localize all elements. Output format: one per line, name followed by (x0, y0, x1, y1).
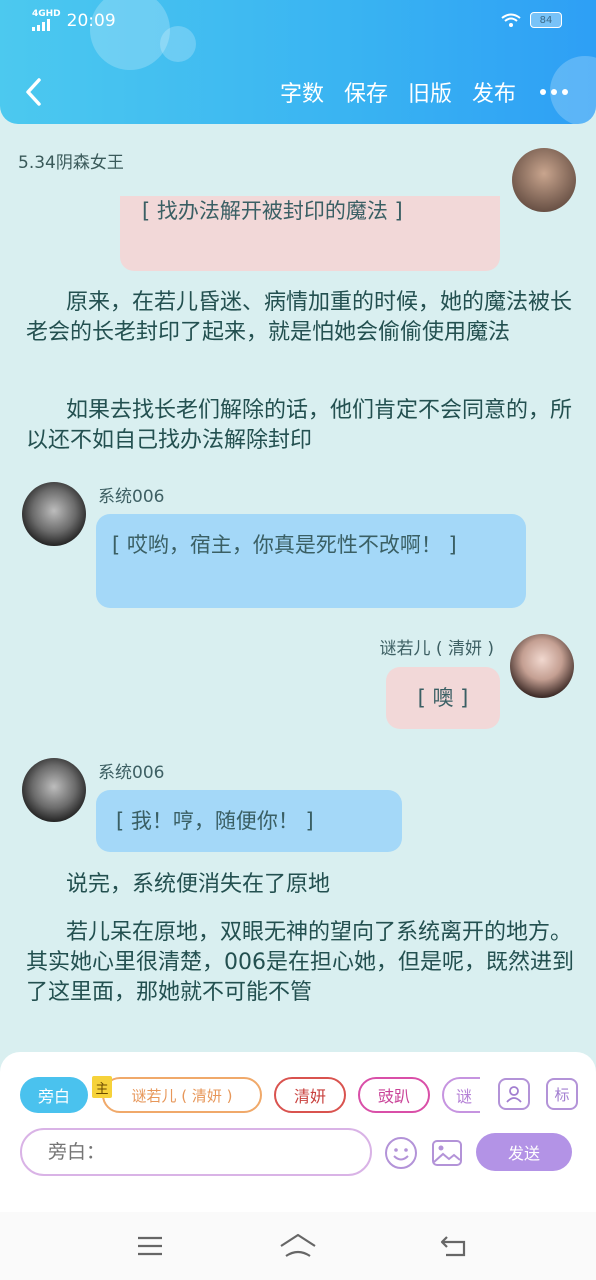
chat-bubble-text: [ 找办法解开被封印的魔法 ] (142, 199, 403, 223)
chapter-title: 5.34阴森女王 (18, 153, 124, 173)
person-icon (506, 1086, 522, 1103)
chat-bubble-text: [ 噢 ] (417, 686, 469, 710)
chat-bubble: [ 我！哼，随便你！ ] (96, 790, 402, 852)
tag-button[interactable]: 标 (546, 1078, 578, 1110)
send-button-label: 发送 (507, 1144, 540, 1163)
chip-overflow-clip: 谜 (442, 1077, 480, 1113)
battery-level: 84 (539, 14, 553, 26)
avatar[interactable] (512, 148, 576, 212)
chip-label: 旁白 (37, 1087, 70, 1106)
emoji-button[interactable] (384, 1136, 418, 1170)
narration-text: 说完，系统便消失在了原地 (66, 872, 331, 897)
chip-role-qingyan[interactable]: 清妍 (274, 1077, 346, 1113)
signal-icon: 4GHD (32, 10, 61, 31)
smile-icon (385, 1137, 417, 1169)
chat-bubble: [ 找办法解开被封印的魔法 ] (120, 196, 500, 271)
home-icon (280, 1233, 316, 1257)
narration-text: 如果去找长老们解除的话，他们肯定不会同意的，所以还不如自己找办法解除封印 (26, 398, 573, 453)
network-type: 4GHD (32, 9, 61, 19)
header-menu: 字数 保存 旧版 发布 (280, 76, 568, 108)
home-nav-button[interactable] (278, 1230, 318, 1262)
narration-text: 原来，在若儿昏迷、病情加重的时候，她的魔法被长老会的长老封印了起来，就是怕她会偷… (26, 290, 573, 345)
app-header: 4GHD 20:09 84 字数 保存 旧版 发布 (0, 0, 596, 124)
narration-text: 若儿呆在原地，双眼无神的望向了系统离开的地方。其实她心里很清楚，006是在担心她… (26, 920, 574, 1005)
sender-name: 谜若儿 ( 清妍 ) (379, 639, 494, 659)
chip-role-mi[interactable]: 谜 (442, 1077, 480, 1113)
chip-role-miruoer[interactable]: 谜若儿 ( 清妍 ) (102, 1077, 262, 1113)
back-button[interactable] (18, 74, 48, 110)
chip-label: 谜若儿 ( 清妍 ) (131, 1086, 233, 1105)
save-button[interactable]: 保存 (344, 76, 388, 108)
battery-icon: 84 (530, 12, 562, 28)
character-button[interactable] (498, 1078, 530, 1110)
more-icon[interactable] (540, 89, 568, 95)
word-count-button[interactable]: 字数 (280, 76, 324, 108)
send-button[interactable]: 发送 (476, 1133, 572, 1171)
main-role-badge: 主 (92, 1076, 112, 1098)
system-nav-bar (0, 1212, 596, 1280)
chevron-left-icon (26, 78, 41, 106)
chat-bubble: [ 噢 ] (386, 667, 500, 729)
chip-role-chipa[interactable]: 豉趴 (358, 1077, 430, 1113)
chat-bubble: [ 哎哟，宿主，你真是死性不改啊！ ] (96, 514, 526, 608)
sender-name: 系统006 (98, 487, 165, 507)
old-version-button[interactable]: 旧版 (408, 76, 452, 108)
back-nav-button[interactable] (434, 1230, 474, 1262)
wifi-icon (501, 13, 521, 27)
clock: 20:09 (66, 10, 116, 31)
menu-nav-button[interactable] (130, 1230, 170, 1262)
chip-label: 清妍 (293, 1087, 326, 1106)
badge-label: 主 (95, 1081, 109, 1097)
message-input[interactable] (20, 1128, 372, 1176)
chip-narration[interactable]: 旁白 (20, 1077, 88, 1113)
return-icon (440, 1236, 466, 1257)
chat-bubble-text: [ 哎哟，宿主，你真是死性不改啊！ ] (112, 533, 457, 557)
status-bar: 4GHD 20:09 84 (32, 10, 562, 36)
chip-label: 谜 (455, 1087, 472, 1106)
sender-name: 系统006 (98, 763, 165, 783)
chat-bubble-text: [ 我！哼，随便你！ ] (116, 809, 314, 833)
tag-button-label: 标 (554, 1085, 570, 1104)
menu-icon (138, 1236, 162, 1256)
publish-button[interactable]: 发布 (472, 76, 516, 108)
image-icon (432, 1140, 462, 1166)
chip-label: 豉趴 (377, 1087, 410, 1106)
avatar[interactable] (22, 758, 86, 822)
image-button[interactable] (430, 1136, 464, 1170)
avatar[interactable] (510, 634, 574, 698)
avatar[interactable] (22, 482, 86, 546)
